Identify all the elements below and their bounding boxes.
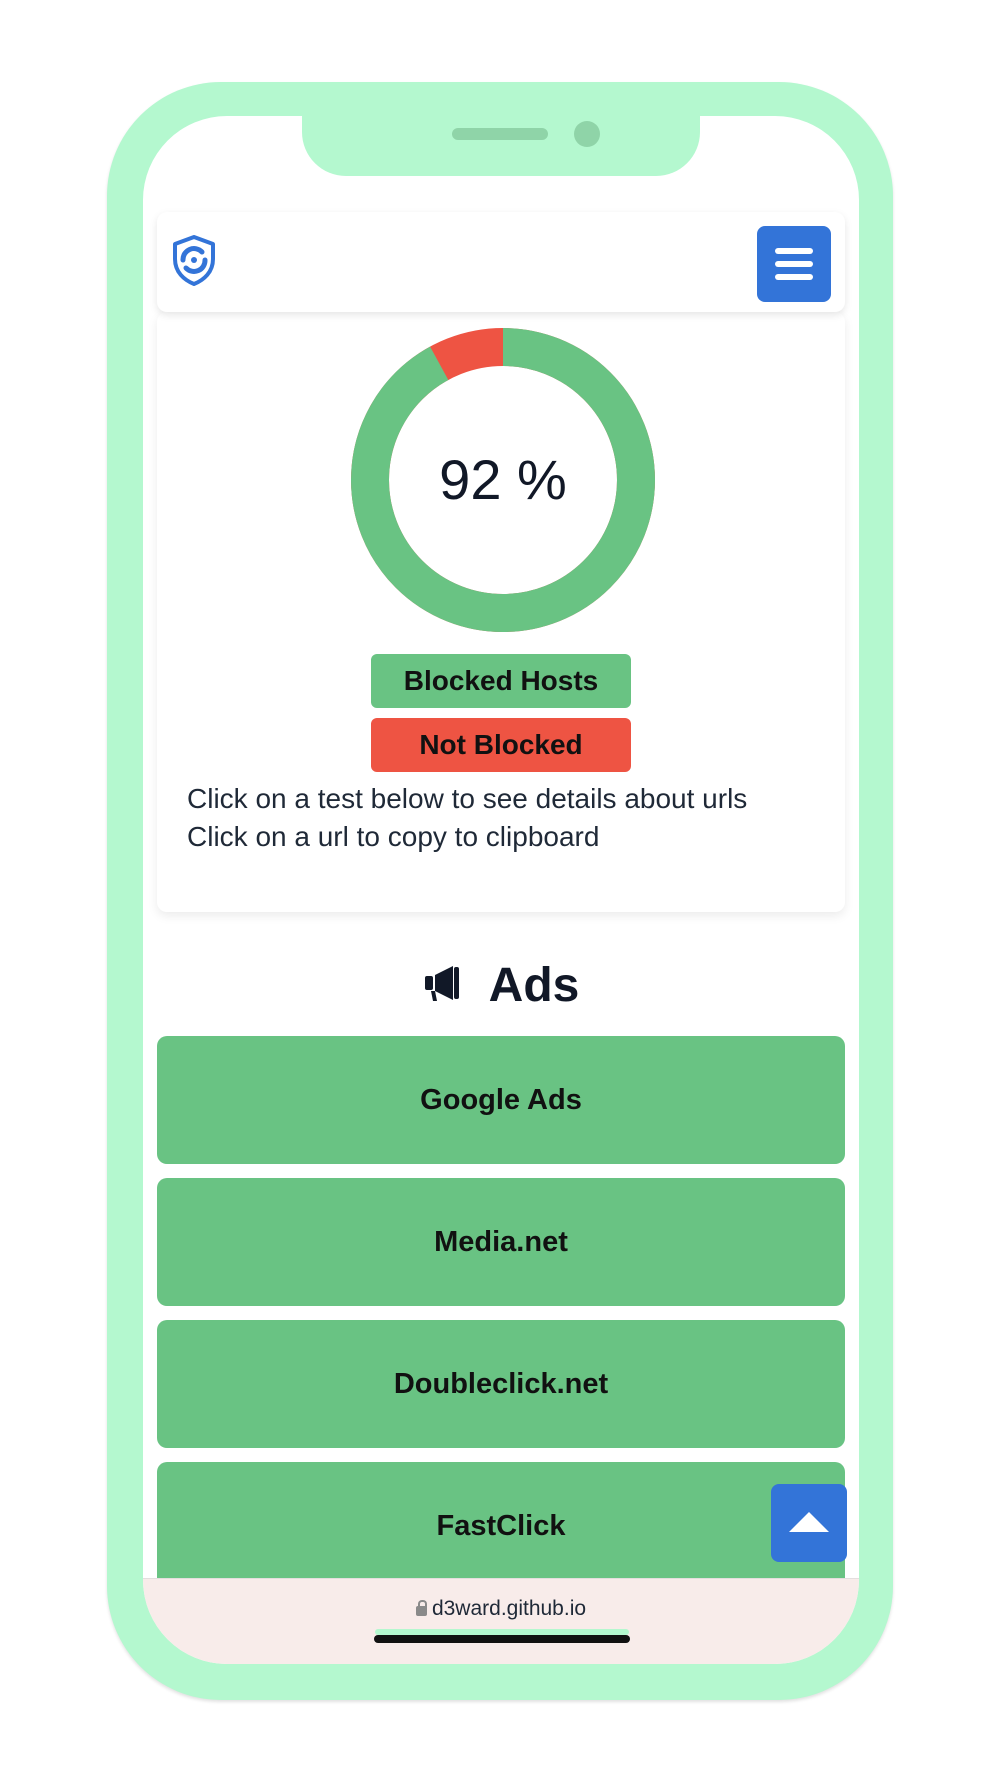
arrow-up-icon — [789, 1512, 829, 1532]
speaker-grille — [452, 128, 548, 140]
browser-url-bar[interactable]: d3ward.github.io — [143, 1578, 859, 1664]
url-display[interactable]: d3ward.github.io — [143, 1597, 859, 1621]
instruction-line: Click on a url to copy to clipboard — [187, 821, 600, 852]
scroll-to-top-button[interactable] — [771, 1484, 847, 1562]
phone-screen: 92 % Blocked Hosts Not Blocked Click on … — [143, 116, 859, 1664]
megaphone-icon — [424, 966, 459, 1001]
test-item-doubleclick-net[interactable]: Doubleclick.net — [157, 1320, 845, 1448]
blocked-percentage: 92 % — [439, 448, 567, 511]
menu-button[interactable] — [757, 226, 831, 302]
url-text: d3ward.github.io — [431, 1597, 587, 1620]
legend-blocked-hosts: Blocked Hosts — [371, 654, 631, 708]
section-heading-ads: Ads — [157, 956, 845, 1016]
hamburger-bar-middle — [775, 261, 813, 267]
legend-not-blocked: Not Blocked — [371, 718, 631, 772]
test-item-fastclick[interactable]: FastClick — [157, 1462, 845, 1590]
home-indicator[interactable] — [374, 1635, 630, 1643]
instructions: Click on a test below to see details abo… — [187, 780, 827, 856]
front-camera — [574, 121, 600, 147]
hamburger-bar-bottom — [775, 274, 813, 280]
instruction-line: Click on a test below to see details abo… — [187, 783, 748, 814]
test-item-google-ads[interactable]: Google Ads — [157, 1036, 845, 1164]
top-navbar — [157, 212, 845, 312]
phone-notch — [302, 108, 700, 176]
shield-logo-icon[interactable] — [171, 234, 217, 286]
section-title: Ads — [488, 959, 580, 1012]
result-card: 92 % Blocked Hosts Not Blocked Click on … — [157, 312, 845, 912]
stage: 92 % Blocked Hosts Not Blocked Click on … — [0, 0, 1000, 1778]
hamburger-menu-icon — [775, 248, 813, 254]
lock-icon — [415, 1600, 427, 1616]
test-item-media-net[interactable]: Media.net — [157, 1178, 845, 1306]
